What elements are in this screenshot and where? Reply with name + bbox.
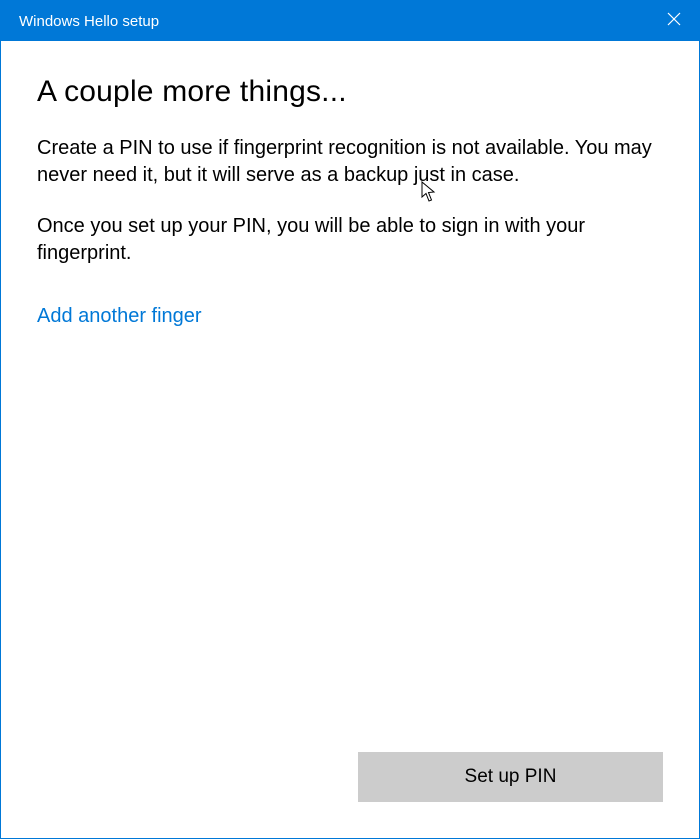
dialog-content: A couple more things... Create a PIN to … [1, 41, 699, 752]
set-up-pin-button[interactable]: Set up PIN [358, 752, 663, 802]
page-heading: A couple more things... [37, 75, 663, 109]
close-icon [667, 12, 681, 31]
dialog-footer: Set up PIN [1, 752, 699, 838]
close-button[interactable] [649, 1, 699, 41]
body-paragraph-2: Once you set up your PIN, you will be ab… [37, 213, 663, 267]
window-title: Windows Hello setup [19, 13, 159, 30]
titlebar: Windows Hello setup [1, 1, 699, 41]
windows-hello-setup-dialog: Windows Hello setup A couple more things… [0, 0, 700, 839]
body-paragraph-1: Create a PIN to use if fingerprint recog… [37, 135, 663, 189]
add-another-finger-link[interactable]: Add another finger [37, 305, 202, 328]
